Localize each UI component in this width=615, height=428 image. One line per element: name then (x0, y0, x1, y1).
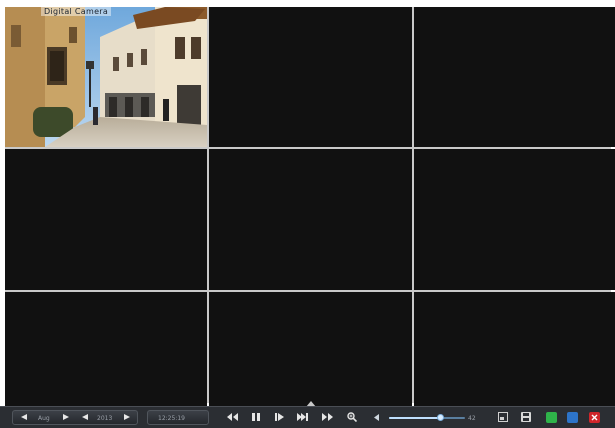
channel-1-video[interactable]: Digital Camera (5, 7, 207, 147)
video-playback-window: Digital Camera Aug 2013 12:25:19 42 (0, 0, 615, 428)
fast-forward-icon[interactable] (320, 410, 334, 424)
step-forward-icon[interactable] (272, 410, 286, 424)
channel-7-video[interactable] (5, 292, 207, 407)
street-scene-image (5, 7, 207, 147)
close-icon[interactable] (589, 412, 600, 423)
channel-2-video[interactable] (209, 7, 412, 147)
channel-3-video[interactable] (414, 7, 615, 147)
volume-slider-fill (389, 417, 441, 419)
playback-toolbar: Aug 2013 12:25:19 42 (0, 406, 615, 428)
year-value: 2013 (97, 415, 113, 422)
camera-label: Digital Camera (41, 7, 112, 16)
zoom-icon[interactable] (345, 410, 359, 424)
channel-5-video[interactable] (209, 149, 412, 290)
next-year-arrow-icon[interactable] (120, 410, 134, 424)
channel-6-video[interactable] (414, 149, 615, 290)
volume-slider-handle[interactable] (436, 414, 444, 421)
pause-icon[interactable] (249, 410, 263, 424)
channel-8-video[interactable] (209, 292, 412, 407)
month-value: Aug (38, 415, 50, 422)
prev-month-arrow-icon[interactable] (17, 410, 31, 424)
green-status-icon[interactable] (546, 412, 557, 423)
save-icon[interactable] (519, 410, 533, 424)
volume-left-icon[interactable] (369, 410, 383, 424)
rewind-icon[interactable] (225, 410, 239, 424)
channel-9-video[interactable] (414, 292, 615, 407)
channel-grid: Digital Camera (5, 7, 615, 407)
blue-status-icon[interactable] (567, 412, 578, 423)
next-month-arrow-icon[interactable] (59, 410, 73, 424)
prev-year-arrow-icon[interactable] (78, 410, 92, 424)
volume-value: 42 (468, 415, 476, 422)
time-value: 12:25:19 (158, 415, 185, 422)
channel-4-video[interactable] (5, 149, 207, 290)
snapshot-icon[interactable] (496, 410, 510, 424)
volume-slider[interactable] (389, 414, 465, 421)
skip-end-icon[interactable] (295, 410, 309, 424)
